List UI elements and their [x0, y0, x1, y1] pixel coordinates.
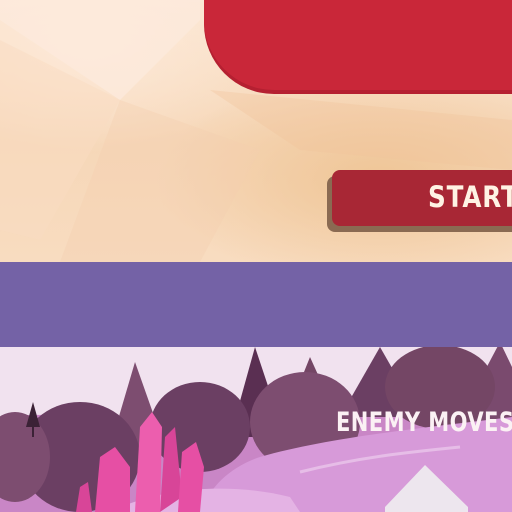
start-button[interactable]: START — [332, 170, 512, 226]
tutorial-scene: ENEMY MOVES — [0, 347, 512, 512]
title-screen-panel: START — [0, 0, 512, 262]
start-button-label: START — [428, 180, 512, 214]
divider-band — [0, 262, 512, 347]
title-banner — [204, 0, 512, 90]
up-arrow-icon — [385, 465, 468, 512]
